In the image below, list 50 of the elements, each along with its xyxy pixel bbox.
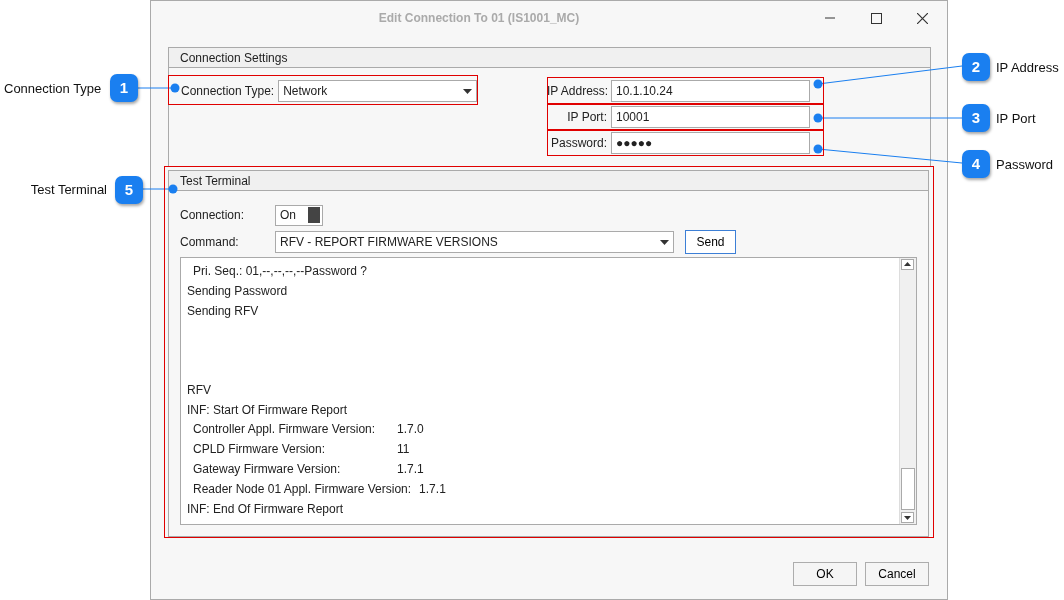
version-value: 1.7.1 xyxy=(397,460,424,478)
callout-badge: 1 xyxy=(110,74,138,102)
terminal-line: Reader Node 01 Appl. Firmware Version: xyxy=(193,480,412,498)
group-title: Test Terminal xyxy=(169,171,928,191)
terminal-line: Sending RFV xyxy=(187,302,260,320)
callout-label: Connection Type xyxy=(4,80,102,98)
send-button[interactable]: Send xyxy=(685,230,736,254)
input-field[interactable]: ●●●●● xyxy=(611,132,810,154)
input-field[interactable]: 10.1.10.24 xyxy=(611,80,810,102)
close-icon xyxy=(916,12,928,24)
dropdown-arrow-icon xyxy=(660,239,669,245)
scrollbar[interactable] xyxy=(899,258,916,524)
terminal-line: Pri. Seq.: 01,--,--,--,--Password ? xyxy=(192,263,369,280)
callout-badge: 3 xyxy=(962,104,990,132)
terminal-line: CPLD Firmware Version: xyxy=(193,441,327,459)
dropdown-arrow-icon xyxy=(463,88,472,94)
field-label: Password: xyxy=(549,135,607,152)
scroll-thumb[interactable] xyxy=(901,468,915,510)
dialog-button[interactable]: Cancel xyxy=(865,562,929,586)
dialog-button[interactable]: OK xyxy=(793,562,857,586)
version-value: 1.7.1 xyxy=(419,480,446,498)
callout-badge: 4 xyxy=(962,150,990,178)
toggle-switch[interactable]: On xyxy=(275,204,323,226)
terminal-line: INF: End Of Firmware Report xyxy=(187,500,345,518)
connection-type-dropdown[interactable]: Network xyxy=(278,80,477,102)
callout-label: Password xyxy=(996,156,1054,174)
field-label: IP Address: xyxy=(547,83,607,100)
field-label: Connection: xyxy=(180,207,246,224)
terminal-line: Gateway Firmware Version: xyxy=(193,460,342,478)
callout-badge: 5 xyxy=(115,176,143,204)
version-value: 11 xyxy=(397,441,410,459)
callout-label: Test Terminal xyxy=(29,181,107,199)
maximize-icon xyxy=(870,12,882,24)
terminal-line: Controller Appl. Firmware Version: xyxy=(193,421,377,439)
input-field[interactable]: 10001 xyxy=(611,106,810,128)
leader-line xyxy=(142,184,178,194)
field-label: Connection Type: xyxy=(181,83,275,100)
version-value: 1.7.0 xyxy=(397,421,424,439)
callout-label: IP Port xyxy=(996,110,1036,128)
terminal-line: INF: Start Of Firmware Report xyxy=(187,401,349,419)
field-label: IP Port: xyxy=(566,109,607,126)
command-dropdown[interactable]: RFV - REPORT FIRMWARE VERSIONS xyxy=(275,231,674,253)
callout-label: IP Address xyxy=(996,59,1059,77)
field-label: Command: xyxy=(180,234,240,251)
leader-line xyxy=(137,83,180,93)
callout-badge: 2 xyxy=(962,53,990,81)
terminal-line: Sending Password xyxy=(187,282,289,300)
window-title: Edit Connection To 01 (IS1001_MC) xyxy=(377,10,581,27)
group-title: Connection Settings xyxy=(169,48,930,68)
terminal-line: RFV xyxy=(187,381,212,399)
